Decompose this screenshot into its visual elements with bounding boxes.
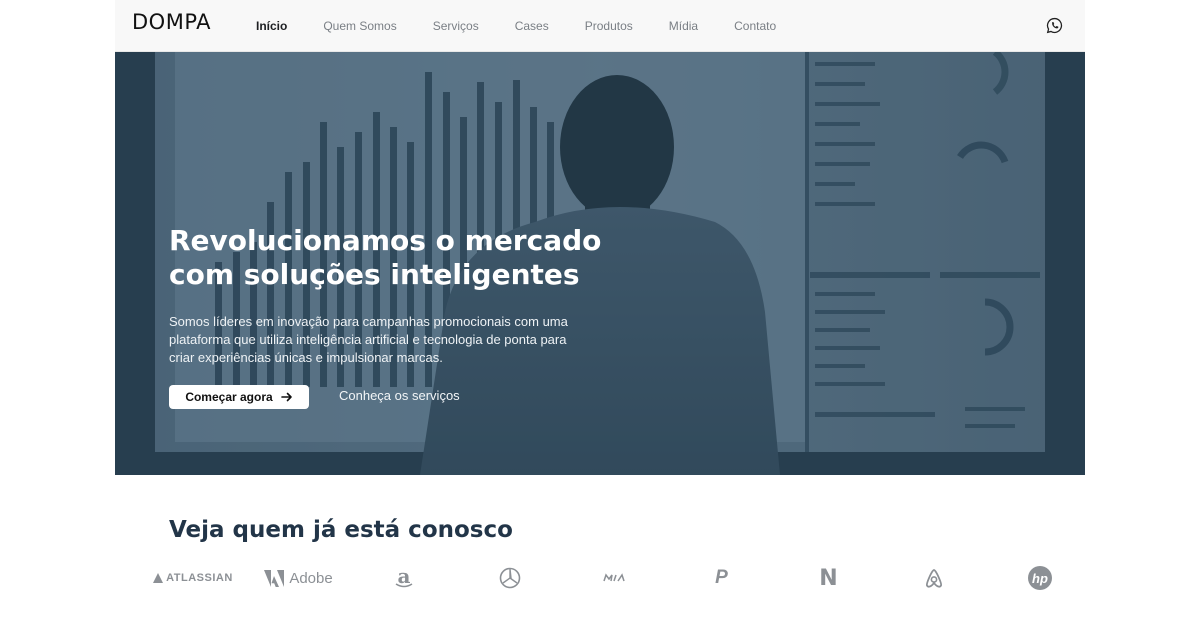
airbnb-logo	[921, 560, 946, 596]
mercedes-logo	[495, 560, 525, 596]
nav-item-midia[interactable]: Mídia	[669, 19, 698, 33]
nav-item-quem-somos[interactable]: Quem Somos	[323, 19, 396, 33]
main-nav: Início Quem Somos Serviços Cases Produto…	[256, 0, 812, 52]
nav-item-contato[interactable]: Contato	[734, 19, 776, 33]
nav-item-inicio[interactable]: Início	[256, 19, 287, 33]
partners-title: Veja quem já está conosco	[169, 517, 513, 543]
services-link[interactable]: Conheça os serviços	[339, 388, 460, 403]
hero-section: Revolucionamos o mercado com soluções in…	[115, 52, 1085, 475]
atlassian-logo-text: ATLASSIAN	[166, 572, 233, 584]
brand-logo[interactable]: DOMPA	[132, 10, 211, 34]
site-header: DOMPA Início Quem Somos Serviços Cases P…	[115, 0, 1085, 52]
paypal-logo-text: P	[715, 567, 728, 588]
start-now-button[interactable]: Começar agora	[169, 385, 309, 409]
amazon-logo-text: a	[397, 563, 411, 588]
adobe-logo-text: Adobe	[289, 569, 333, 587]
paypal-logo: P	[709, 560, 734, 596]
partner-logos: ATLASSIAN Adobe a P N hp	[115, 560, 1085, 596]
atlassian-logo: ATLASSIAN	[153, 560, 233, 596]
start-now-label: Começar agora	[185, 390, 273, 404]
whatsapp-icon[interactable]	[1046, 17, 1063, 34]
netflix-logo-text: N	[819, 565, 838, 591]
nav-item-produtos[interactable]: Produtos	[585, 19, 633, 33]
hp-logo-text: hp	[1032, 571, 1048, 586]
hp-logo: hp	[1025, 560, 1055, 596]
hero-description: Somos líderes em inovação para campanhas…	[169, 314, 568, 365]
adobe-logo: Adobe	[261, 560, 336, 596]
amazon-logo: a	[389, 560, 419, 596]
kia-logo	[600, 560, 632, 596]
page: DOMPA Início Quem Somos Serviços Cases P…	[115, 0, 1085, 630]
nav-item-cases[interactable]: Cases	[515, 19, 549, 33]
netflix-logo: N	[816, 560, 841, 596]
arrow-right-icon	[280, 392, 292, 402]
hero-title: Revolucionamos o mercado com soluções in…	[169, 224, 602, 291]
nav-item-servicos[interactable]: Serviços	[433, 19, 479, 33]
